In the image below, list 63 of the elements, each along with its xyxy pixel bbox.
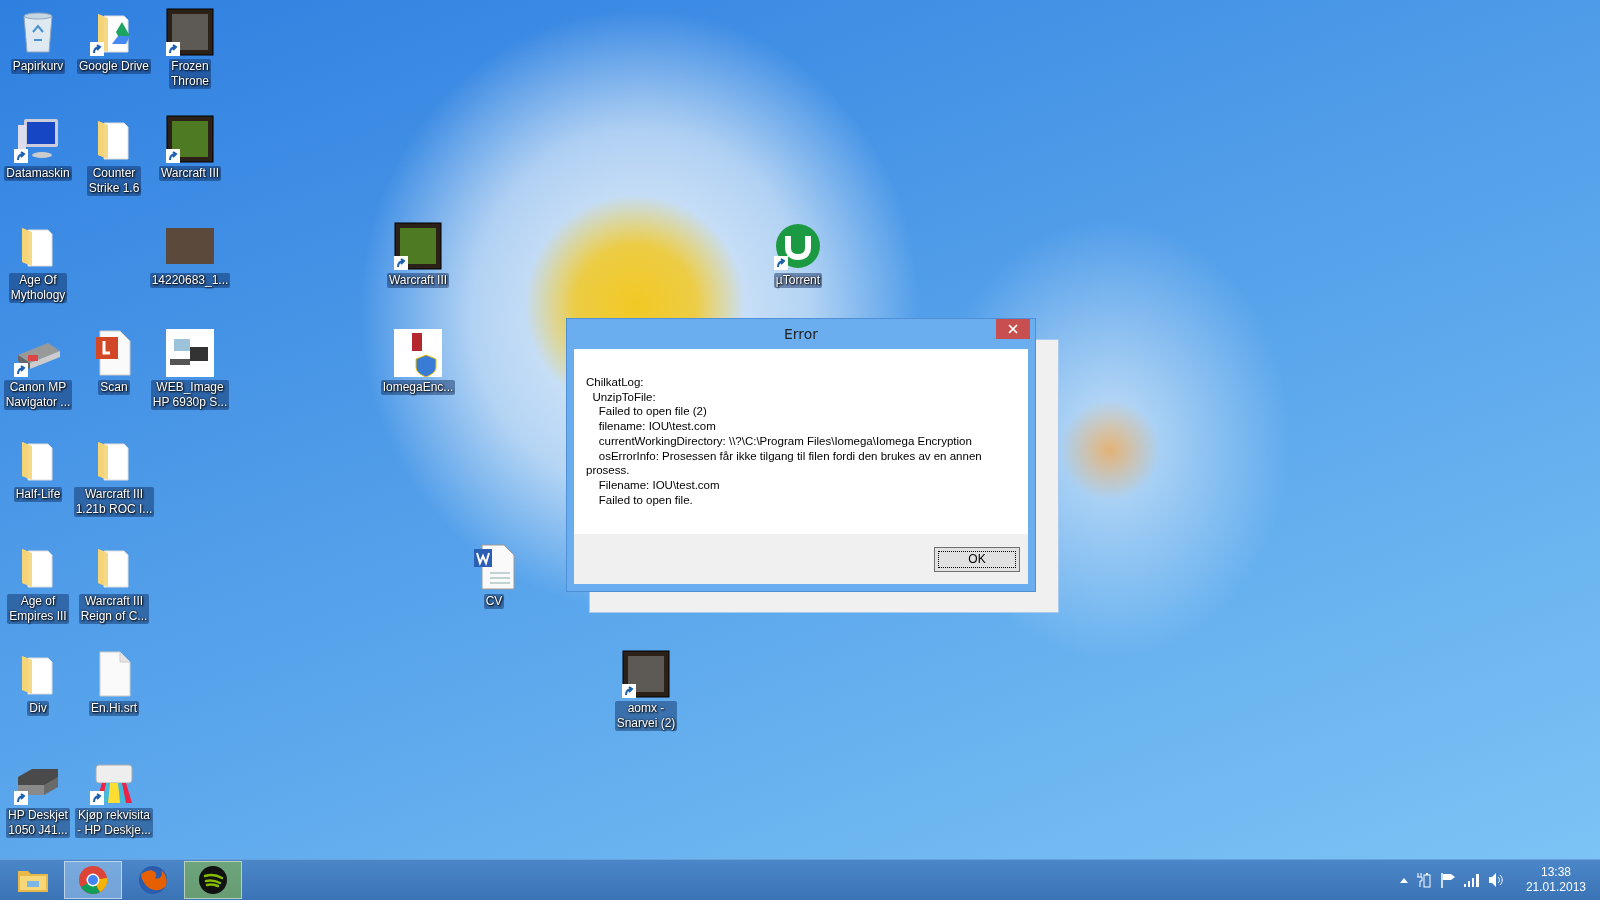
icon-label: Datamaskin	[4, 166, 72, 181]
shortcut-arrow-icon	[394, 256, 408, 270]
shortcut-arrow-icon	[14, 363, 28, 377]
caret-up-icon	[1399, 877, 1408, 883]
icon-label: Frozen Throne	[169, 59, 211, 89]
icon-label: Age Of Mythology	[8, 273, 68, 303]
shortcut-arrow-icon	[774, 256, 788, 270]
icon-label: Scan	[98, 380, 130, 395]
shortcut-arrow-icon	[14, 149, 28, 163]
icon-label: IomegaEnc...	[380, 380, 456, 395]
icon-label: Counter Strike 1.6	[86, 166, 142, 196]
close-button[interactable]	[996, 319, 1030, 339]
speaker-icon	[1487, 872, 1504, 888]
shortcut-arrow-icon	[166, 42, 180, 56]
clock-date: 21.01.2013	[1525, 880, 1586, 895]
clock-time: 13:38	[1540, 865, 1571, 880]
network-button[interactable]	[1463, 873, 1480, 887]
error-message: ChilkatLog: UnzipToFile: Failed to open file (2) filename: IOU\test.com currentWorkingDirectory: \\?\C:\Program Files\Iomega\Iomega Encryption osErrorInfo: Prosessen får ikke tilgang til filen fordi den brukes av en annen prosess. Filename: IOU\test.com Failed to open file.	[585, 375, 983, 508]
shield-app-icon	[394, 329, 442, 377]
volume-button[interactable]	[1487, 872, 1504, 888]
icon-label: aomx - Snarvei (2)	[614, 701, 678, 731]
icon-label: µTorrent	[773, 273, 823, 288]
power-tray-button[interactable]	[1415, 872, 1432, 888]
dialog-title: Error	[783, 326, 819, 342]
icon-label: Kjøp rekvisita - HP Deskje...	[75, 808, 153, 838]
icon-label: Half-Life	[13, 487, 63, 502]
ok-button[interactable]: OK	[934, 546, 1020, 572]
signal-bars-icon	[1463, 873, 1480, 887]
sound-waves-icon	[198, 865, 228, 895]
icon-label: Canon MP Navigator ...	[3, 380, 73, 410]
battery-plug-icon	[1415, 872, 1432, 888]
icon-label: WEB_Image HP 6930p S...	[150, 380, 230, 410]
torrent-logo-icon	[774, 222, 822, 270]
icon-label: Warcraft III	[158, 166, 222, 181]
icon-label: Papirkurv	[10, 59, 66, 74]
icon-label: Div	[27, 701, 49, 716]
game-artwork-icon	[394, 222, 442, 270]
icon-label: Warcraft III	[386, 273, 450, 288]
icon-label: CV	[483, 594, 505, 609]
close-icon	[1006, 322, 1020, 336]
game-artwork-icon	[166, 115, 214, 163]
shortcut-arrow-icon	[90, 791, 104, 805]
photo-placeholder	[166, 228, 214, 264]
shortcut-arrow-icon	[90, 42, 104, 56]
game-artwork-icon	[166, 8, 214, 56]
shortcut-arrow-icon	[622, 684, 636, 698]
shortcut-arrow-icon	[166, 149, 180, 163]
taskbar-button[interactable]	[184, 861, 242, 899]
shortcut-arrow-icon	[14, 791, 28, 805]
icon-label: Warcraft III 1.21b ROC I...	[73, 487, 155, 517]
icon-label: 14220683_1...	[149, 273, 231, 288]
action-center-button[interactable]	[1439, 872, 1456, 888]
icon-label: Warcraft III Reign of C...	[78, 594, 150, 624]
show-hidden-icons-button[interactable]	[1399, 877, 1408, 883]
ring-logo-icon	[78, 865, 108, 895]
game-artwork-icon	[622, 650, 670, 698]
icon-label: Google Drive	[77, 59, 151, 74]
icon-label: HP Deskjet 1050 J41...	[6, 808, 70, 838]
computer-devices-icon	[166, 329, 214, 377]
fox-globe-icon	[138, 865, 168, 895]
icon-label: Age of Empires III	[7, 594, 69, 624]
flag-icon	[1439, 872, 1456, 888]
icon-label: En.Hi.srt	[89, 701, 139, 716]
